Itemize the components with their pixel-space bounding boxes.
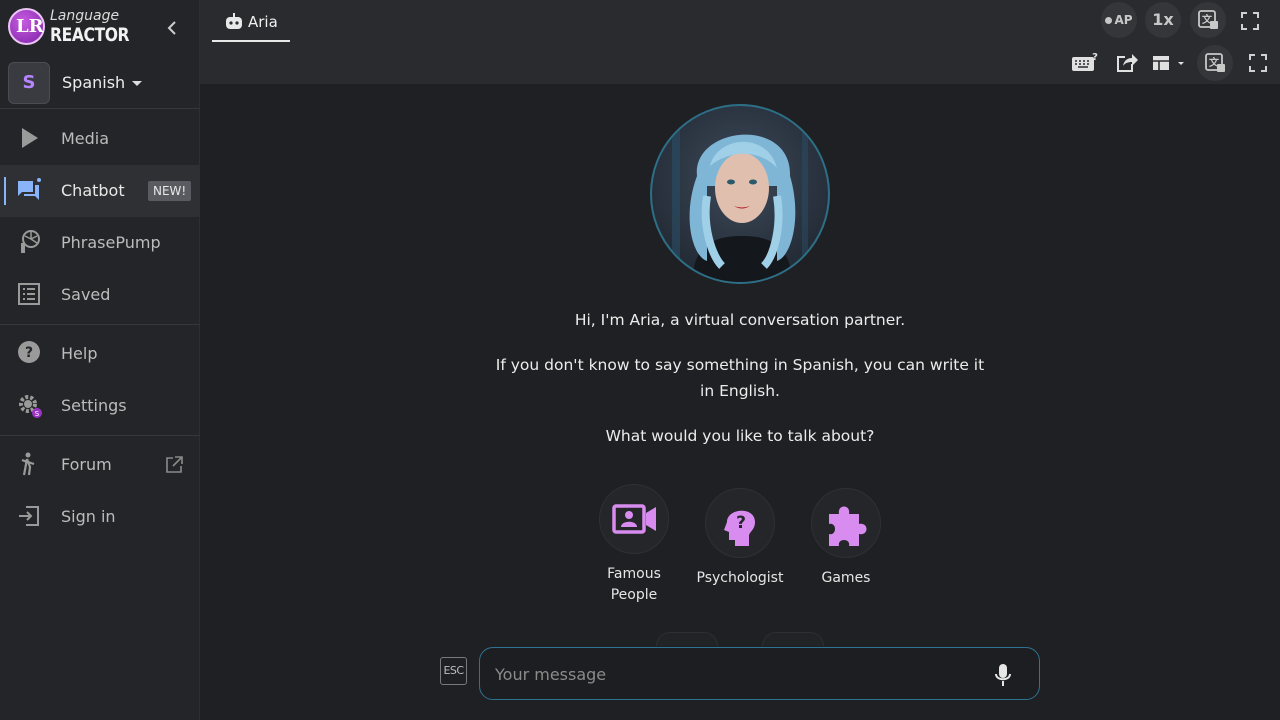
aria-avatar: [650, 104, 830, 284]
autopause-label: AP: [1114, 13, 1133, 27]
sidebar-item-chatbot[interactable]: Chatbot NEW!: [0, 165, 199, 217]
tab-aria[interactable]: Aria: [212, 0, 290, 42]
phrasepump-icon: [21, 230, 40, 253]
list-icon: [18, 283, 40, 305]
svg-text:?: ?: [1092, 52, 1098, 63]
avatar-portrait: [672, 116, 808, 282]
language-label: Spanish: [62, 73, 126, 92]
keyboard-shortcuts-icon[interactable]: ?: [1071, 50, 1099, 76]
fullscreen-icon[interactable]: [1237, 8, 1263, 34]
sidebar-item-label: Help: [61, 344, 98, 363]
translate-icon: 文: [1198, 10, 1218, 29]
translate-mic-button[interactable]: 文: [1197, 45, 1233, 81]
prompt-text: What would you like to talk about?: [605, 427, 875, 445]
logo-text-reactor: REACTOR: [50, 24, 130, 46]
share-icon[interactable]: [1113, 50, 1139, 76]
topic-games[interactable]: Games: [796, 488, 896, 589]
sidebar-divider: [0, 435, 199, 436]
sidebar-item-label: PhrasePump: [61, 233, 161, 252]
sidebar-item-forum[interactable]: Forum: [0, 439, 199, 491]
gear-icon: S: [19, 395, 42, 418]
caret-down-icon: [132, 81, 142, 86]
person-walking-icon: [21, 452, 35, 476]
translate-button[interactable]: 文: [1190, 2, 1226, 38]
help-icon: ?: [18, 341, 40, 363]
sign-in-icon: [19, 506, 39, 526]
topic-label: Famous People: [607, 566, 661, 603]
top-bar: Aria AP 1x 文 ? 文: [200, 0, 1280, 84]
play-icon: [22, 128, 38, 148]
topic-icon-circle: ?: [705, 488, 775, 558]
sidebar-item-label: Saved: [61, 285, 111, 304]
logo-text-language: Language: [50, 8, 120, 24]
tab-label: Aria: [248, 13, 278, 31]
sidebar-item-label: Media: [61, 129, 110, 148]
speed-button[interactable]: 1x: [1145, 2, 1181, 38]
svg-text:?: ?: [25, 345, 33, 361]
app-logo[interactable]: LR Language REACTOR: [8, 8, 138, 48]
sidebar-item-help[interactable]: ? Help: [0, 328, 199, 380]
sidebar-item-media[interactable]: Media: [0, 113, 199, 165]
translate-icon: 文: [1205, 53, 1225, 72]
sidebar-divider: [0, 324, 199, 325]
psychology-head-icon: ?: [724, 510, 755, 546]
autopause-button[interactable]: AP: [1101, 2, 1137, 38]
greeting-text: Hi, I'm Aria, a virtual conversation par…: [574, 311, 906, 329]
sidebar-item-label: Chatbot: [61, 181, 125, 200]
esc-key-hint[interactable]: ESC: [440, 657, 467, 685]
layout-menu-icon[interactable]: [1149, 50, 1189, 76]
topic-label: Psychologist: [696, 570, 784, 586]
topic-label: Games: [821, 570, 871, 586]
sidebar-item-label: Sign in: [61, 507, 116, 526]
collapse-sidebar-button[interactable]: [162, 16, 182, 40]
topic-circle-partial[interactable]: [762, 632, 824, 646]
sidebar-item-settings[interactable]: S Settings: [0, 380, 199, 432]
dot-icon: [1105, 17, 1113, 24]
topic-psychologist[interactable]: ? Psychologist: [690, 488, 790, 589]
video-contact-icon: [612, 504, 656, 534]
svg-text:S: S: [35, 410, 40, 418]
message-input-container: [479, 647, 1040, 700]
speed-label: 1x: [1152, 10, 1174, 29]
topic-circle-partial[interactable]: [656, 632, 718, 646]
sidebar-item-label: Forum: [61, 455, 112, 474]
hint-text: If you don't know to say something in Sp…: [495, 356, 985, 400]
sidebar-item-phrasepump[interactable]: PhrasePump: [0, 217, 199, 269]
language-badge: S: [8, 62, 50, 104]
topic-icon-circle: [811, 488, 881, 558]
chat-icon: [18, 178, 41, 200]
sidebar: LR Language REACTOR S Spanish Media Chat…: [0, 0, 200, 720]
active-indicator: [4, 177, 6, 205]
new-badge: NEW!: [148, 181, 192, 201]
logo-initials: LR: [16, 16, 44, 37]
topic-famous-people[interactable]: Famous People: [584, 484, 684, 606]
language-selector[interactable]: S Spanish: [0, 57, 199, 109]
svg-text:?: ?: [736, 513, 746, 533]
logo-mark: LR: [8, 8, 45, 45]
sidebar-item-label: Settings: [61, 396, 127, 415]
chevron-left-icon: [167, 21, 176, 35]
sidebar-item-saved[interactable]: Saved: [0, 269, 199, 321]
robot-icon: [226, 13, 242, 29]
sidebar-item-signin[interactable]: Sign in: [0, 491, 199, 543]
fullscreen-icon[interactable]: [1245, 50, 1271, 76]
external-link-icon: [166, 456, 183, 473]
microphone-icon[interactable]: [992, 662, 1014, 688]
puzzle-piece-icon: [829, 506, 867, 546]
message-input[interactable]: [495, 661, 975, 687]
topic-icon-circle: [599, 484, 669, 554]
